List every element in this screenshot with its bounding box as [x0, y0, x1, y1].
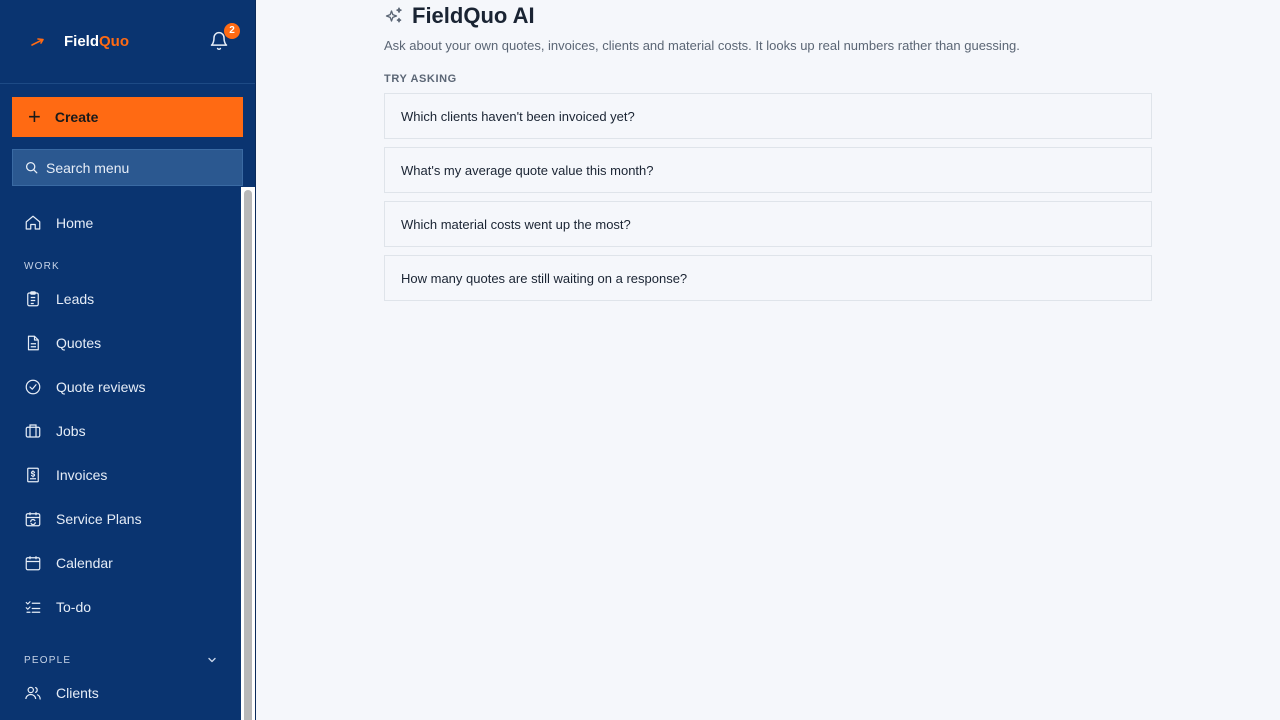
clipboard-list-icon	[27, 291, 39, 307]
try-asking-label: TRY ASKING	[384, 73, 457, 85]
section-people[interactable]: PEOPLE	[0, 649, 241, 671]
sidebar-item-home[interactable]: Home	[0, 201, 241, 245]
sidebar-item-quote-reviews[interactable]: Quote reviews	[0, 365, 241, 409]
sidebar-item-leads[interactable]: Leads	[0, 277, 241, 321]
notifications-button[interactable]: 2	[209, 22, 240, 53]
logo-swoosh-icon	[31, 37, 44, 46]
sidebar: FieldQuo 2 + Create Search menu Home WOR…	[0, 0, 256, 720]
page-subtitle: Ask about your own quotes, invoices, cli…	[384, 38, 1020, 53]
document-icon	[27, 335, 39, 351]
search-menu-input[interactable]: Search menu	[12, 149, 243, 186]
logo[interactable]: FieldQuo	[28, 33, 129, 50]
page-title: FieldQuo AI	[412, 3, 535, 28]
home-icon	[25, 215, 41, 230]
section-work: WORK	[24, 260, 60, 272]
sidebar-item-invoices[interactable]: Invoices	[0, 453, 241, 497]
suggestions-list: Which clients haven't been invoiced yet?…	[384, 93, 1152, 301]
calendar-refresh-icon	[25, 512, 41, 527]
check-circle-icon	[25, 379, 41, 395]
plus-icon: +	[28, 104, 41, 129]
sidebar-item-quotes[interactable]: Quotes	[0, 321, 241, 365]
users-icon	[25, 686, 41, 700]
invoice-dollar-icon	[27, 467, 39, 483]
calendar-icon	[25, 556, 41, 571]
briefcase-icon	[25, 424, 41, 438]
sidebar-item-todo[interactable]: To-do	[0, 585, 241, 629]
notification-badge: 2	[224, 22, 240, 39]
chevron-down-icon	[208, 657, 216, 663]
suggestion-material-costs[interactable]: Which material costs went up the most?	[384, 201, 1152, 247]
suggestion-uninvoiced-clients[interactable]: Which clients haven't been invoiced yet?	[384, 93, 1152, 139]
checklist-icon	[25, 601, 41, 613]
create-label: Create	[54, 109, 99, 125]
sidebar-item-calendar[interactable]: Calendar	[0, 541, 241, 585]
sidebar-item-jobs[interactable]: Jobs	[0, 409, 241, 453]
sidebar-item-clients[interactable]: Clients	[0, 671, 241, 715]
sidebar-nav: Home WORK Leads Quotes Quote reviews Job…	[0, 200, 241, 715]
sparkles-icon	[385, 7, 402, 23]
suggestion-average-quote[interactable]: What's my average quote value this month…	[384, 147, 1152, 193]
main-content: FieldQuo AI Ask about your own quotes, i…	[384, 0, 1152, 309]
suggestion-pending-quotes[interactable]: How many quotes are still waiting on a r…	[384, 255, 1152, 301]
search-icon	[25, 161, 38, 174]
scrollbar-thumb[interactable]	[244, 190, 252, 720]
sidebar-scrollbar[interactable]	[241, 187, 255, 720]
title-row: FieldQuo AI	[384, 0, 1152, 32]
search-placeholder: Search menu	[46, 159, 130, 176]
create-button[interactable]: + Create	[12, 97, 243, 137]
sidebar-header: FieldQuo 2	[0, 0, 255, 84]
logo-text: FieldQuo	[64, 33, 130, 50]
sidebar-item-service-plans[interactable]: Service Plans	[0, 497, 241, 541]
